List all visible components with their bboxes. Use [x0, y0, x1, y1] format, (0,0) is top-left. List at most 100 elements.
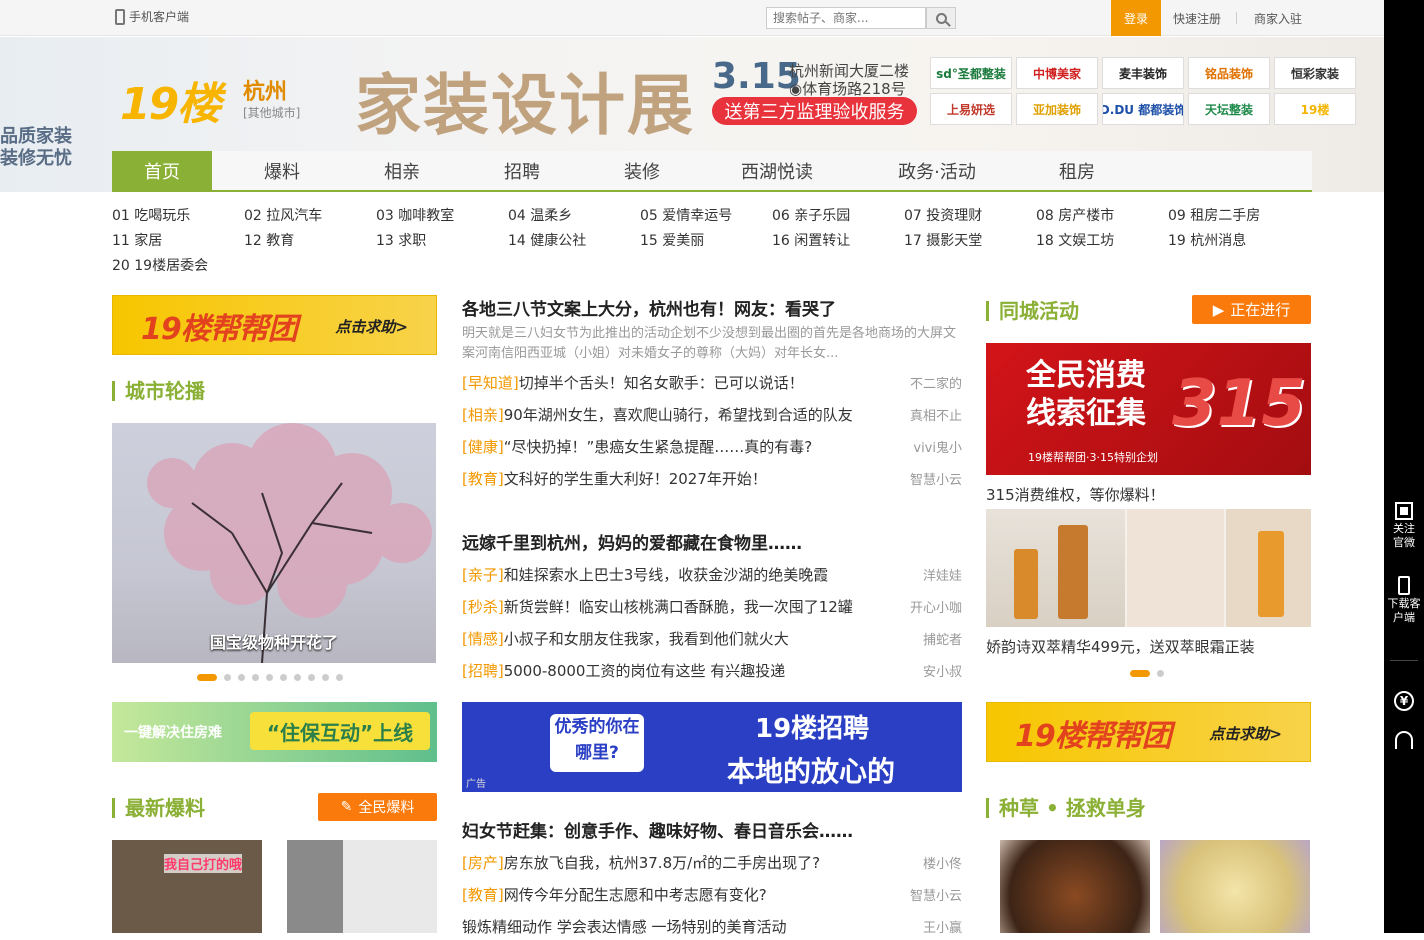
- brand-logo[interactable]: 中博美家: [1016, 57, 1098, 89]
- news-row[interactable]: [秒杀]新货尝鲜！临安山核桃满口香酥脆，我一次囤了12罐 开心小咖: [462, 596, 962, 620]
- carousel-dot[interactable]: [280, 674, 287, 681]
- search-button[interactable]: [926, 7, 956, 29]
- brand-logo[interactable]: 天坛整装: [1188, 93, 1270, 125]
- site-logo[interactable]: 19楼: [120, 68, 221, 132]
- sub-nav-item[interactable]: 03 咖啡教室: [376, 205, 454, 225]
- sub-nav-item[interactable]: 14 健康公社: [508, 230, 586, 250]
- help-group-banner-right[interactable]: 19楼帮帮团 点击求助>: [986, 702, 1311, 762]
- city-carousel[interactable]: 国宝级物种开花了: [112, 423, 436, 663]
- ongoing-button[interactable]: ▶ 正在进行: [1192, 295, 1311, 324]
- news-row[interactable]: [健康]“尽快扔掉！”患癌女生紧急提醒……真的有毒? vivi鬼小: [462, 436, 962, 460]
- latest-thumb-2[interactable]: [287, 840, 437, 933]
- brand-logo[interactable]: 上易妍选: [930, 93, 1012, 125]
- nav-item[interactable]: 相亲: [342, 151, 462, 190]
- carousel-dot[interactable]: [197, 674, 217, 681]
- news-row[interactable]: [教育]文科好的学生重大利好！2027年开始！ 智慧小云: [462, 468, 962, 492]
- housing-banner[interactable]: 一键解决住房难 “住保互动”上线: [112, 702, 437, 762]
- news-author[interactable]: 开心小咖: [910, 597, 962, 616]
- news-author[interactable]: 王小赢: [923, 917, 962, 936]
- sub-nav-item[interactable]: 13 求职: [376, 230, 426, 250]
- news-author[interactable]: 智慧小云: [910, 885, 962, 904]
- carousel-dot[interactable]: [238, 674, 245, 681]
- product-image[interactable]: [986, 509, 1311, 627]
- brand-logo[interactable]: sd°圣都整装: [930, 57, 1012, 89]
- carousel-dot[interactable]: [266, 674, 273, 681]
- nav-item[interactable]: 政务·活动: [862, 151, 1012, 190]
- nav-item[interactable]: 西湖悦读: [702, 151, 852, 190]
- carousel-dot[interactable]: [294, 674, 301, 681]
- nav-item[interactable]: 爆料: [222, 151, 342, 190]
- headline-2[interactable]: 远嫁千里到杭州，妈妈的爱都藏在食物里……: [462, 529, 802, 554]
- mobile-client-link[interactable]: 手机客户端: [115, 8, 189, 25]
- download-client-button[interactable]: 下载客户端: [1384, 576, 1424, 625]
- sub-nav-item[interactable]: 02 拉风汽车: [244, 205, 322, 225]
- yen-button[interactable]: ¥: [1384, 691, 1424, 711]
- news-row[interactable]: [房产]房东放飞自我，杭州37.8万/㎡的二手房出现了? 楼小佟: [462, 852, 962, 876]
- sub-nav-item[interactable]: 06 亲子乐园: [772, 205, 850, 225]
- help-group-banner[interactable]: 19楼帮帮团 点击求助>: [112, 295, 437, 355]
- news-author[interactable]: 洋娃娃: [923, 565, 962, 584]
- search-input[interactable]: [766, 7, 926, 29]
- news-author[interactable]: 安小叔: [923, 661, 962, 680]
- report-button[interactable]: ✎ 全民爆料: [318, 793, 437, 821]
- recruit-banner[interactable]: 优秀的你在哪里? 19楼招聘 本地的放心的 广告: [462, 702, 962, 792]
- sub-nav-item[interactable]: 11 家居: [112, 230, 162, 250]
- news-author[interactable]: 智慧小云: [910, 469, 962, 488]
- support-button[interactable]: [1384, 731, 1424, 749]
- other-city-link[interactable]: [其他城市]: [243, 104, 300, 121]
- sub-nav-item[interactable]: 08 房产楼市: [1036, 205, 1114, 225]
- food-thumb-2[interactable]: [1160, 840, 1310, 933]
- news-row[interactable]: [招聘]5000-8000工资的岗位有这些 有兴趣投递 安小叔: [462, 660, 962, 684]
- follow-official-button[interactable]: 关注官微: [1384, 502, 1424, 550]
- sub-nav-item[interactable]: 07 投资理财: [904, 205, 982, 225]
- news-author[interactable]: 楼小佟: [923, 853, 962, 872]
- news-author[interactable]: 捕蛇者: [923, 629, 962, 648]
- login-button[interactable]: 登录: [1111, 0, 1161, 36]
- news-author[interactable]: vivi鬼小: [913, 437, 962, 456]
- sub-nav-item[interactable]: 17 摄影天堂: [904, 230, 982, 250]
- brand-logo[interactable]: 麦丰装饰: [1102, 57, 1184, 89]
- brand-logo[interactable]: 亚加装饰: [1016, 93, 1098, 125]
- carousel-dot[interactable]: [308, 674, 315, 681]
- sub-nav-item[interactable]: 15 爱美丽: [640, 230, 704, 250]
- brand-logo[interactable]: D.DU 都都装饰: [1102, 93, 1184, 125]
- carousel-dot[interactable]: [336, 674, 343, 681]
- brand-logo[interactable]: 铭品装饰: [1188, 57, 1270, 89]
- promo-caption[interactable]: 315消费维权，等你爆料！: [986, 484, 1165, 505]
- sub-nav-item[interactable]: 04 温柔乡: [508, 205, 572, 225]
- sub-nav-item[interactable]: 19 杭州消息: [1168, 230, 1246, 250]
- side-promo[interactable]: 品质家装 装修无忧: [0, 126, 72, 170]
- carousel-dot[interactable]: [1157, 670, 1164, 677]
- news-row[interactable]: [教育]网传今年分配生志愿和中考志愿有变化? 智慧小云: [462, 884, 962, 908]
- sub-nav-item[interactable]: 09 租房二手房: [1168, 205, 1260, 225]
- news-row[interactable]: 锻炼精细动作 学会表达情感 一场特别的美育活动 王小赢: [462, 916, 962, 940]
- headline-1[interactable]: 各地三八节文案上大分，杭州也有！网友：看哭了: [462, 295, 836, 320]
- nav-item[interactable]: 租房: [1002, 151, 1152, 190]
- news-author[interactable]: 真相不止: [910, 405, 962, 424]
- sub-nav-item[interactable]: 01 吃喝玩乐: [112, 205, 190, 225]
- sub-nav-item[interactable]: 12 教育: [244, 230, 294, 250]
- product-caption[interactable]: 娇韵诗双萃精华499元，送双萃眼霜正装: [986, 636, 1255, 657]
- news-row[interactable]: [亲子]和娃探索水上巴士3号线，收获金沙湖的绝美晚霞 洋娃娃: [462, 564, 962, 588]
- carousel-dot[interactable]: [252, 674, 259, 681]
- sub-nav-item[interactable]: 18 文娱工坊: [1036, 230, 1114, 250]
- merchant-join-link[interactable]: 商家入驻: [1254, 10, 1302, 27]
- sub-nav-item[interactable]: 05 爱情幸运号: [640, 205, 732, 225]
- news-row[interactable]: [相亲]90年湖州女生，喜欢爬山骑行，希望找到合适的队友 真相不止: [462, 404, 962, 428]
- sub-nav-item[interactable]: 20 19楼居委会: [112, 255, 208, 275]
- latest-thumb-1[interactable]: 我自己打的哦: [112, 840, 262, 933]
- nav-item[interactable]: 首页: [112, 151, 212, 190]
- carousel-dot[interactable]: [224, 674, 231, 681]
- consumer-rights-banner[interactable]: 全民消费 线索征集 315 19楼帮帮团·3·15特别企划: [986, 343, 1311, 475]
- headline-3[interactable]: 妇女节赶集：创意手作、趣味好物、春日音乐会……: [462, 817, 853, 842]
- nav-item[interactable]: 装修: [582, 151, 702, 190]
- brand-logo[interactable]: 恒彩家装: [1274, 57, 1356, 89]
- news-row[interactable]: [早知道]切掉半个舌头！知名女歌手：已可以说话！ 不二家的: [462, 372, 962, 396]
- news-author[interactable]: 不二家的: [910, 373, 962, 392]
- banner-title[interactable]: 家装设计展: [355, 52, 695, 148]
- sub-nav-item[interactable]: 16 闲置转让: [772, 230, 850, 250]
- carousel-dot[interactable]: [322, 674, 329, 681]
- nav-item[interactable]: 招聘: [462, 151, 582, 190]
- news-row[interactable]: [情感]小叔子和女朋友住我家，我看到他们就火大 捕蛇者: [462, 628, 962, 652]
- carousel-dot[interactable]: [1130, 670, 1150, 677]
